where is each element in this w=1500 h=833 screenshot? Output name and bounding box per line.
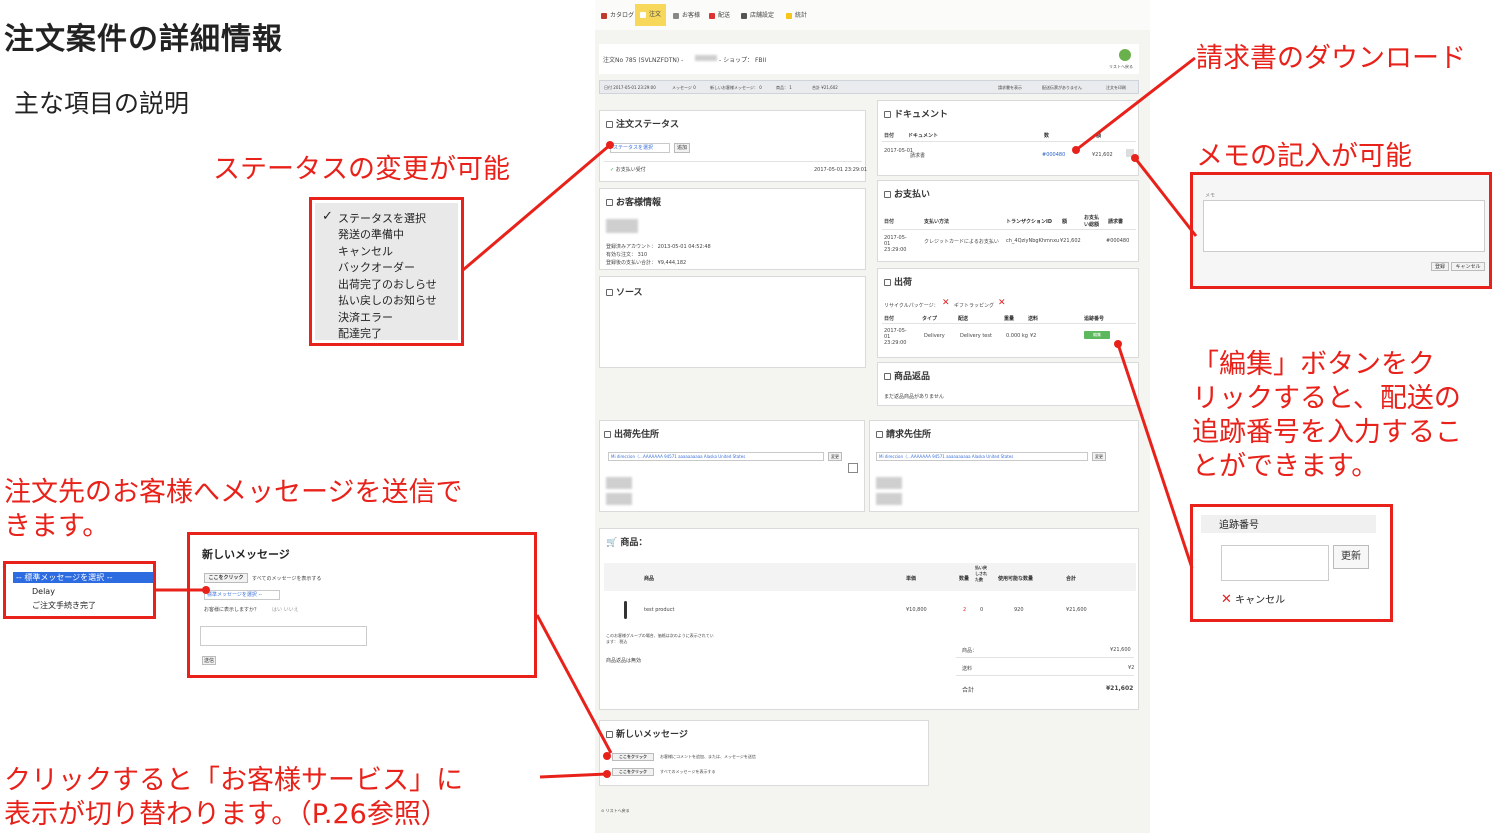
edit-connector	[1116, 343, 1194, 569]
click-highlight-dot	[603, 770, 611, 778]
status-connector	[462, 143, 611, 272]
memo-connector	[1133, 157, 1198, 237]
message-highlight-dot	[603, 752, 611, 760]
click-connector	[539, 772, 608, 779]
message-connector	[535, 614, 613, 754]
status-highlight-dot	[606, 141, 614, 149]
invoice-highlight-dot	[1072, 146, 1080, 154]
template-highlight-dot	[202, 586, 210, 594]
connector-lines	[156, 56, 1198, 779]
edit-highlight-dot	[1114, 340, 1122, 348]
invoice-connector	[1075, 56, 1196, 152]
memo-highlight-dot	[1131, 154, 1139, 162]
